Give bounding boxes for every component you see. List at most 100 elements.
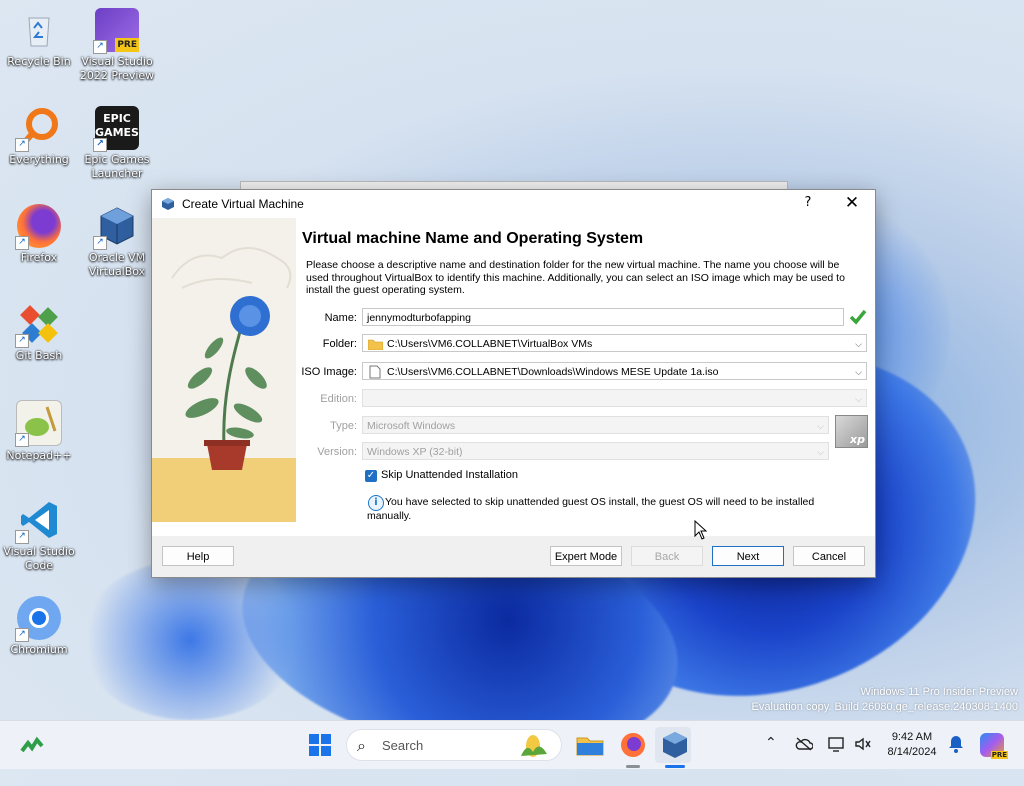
desktop-icon-firefox[interactable]: ↗ Firefox (1, 204, 77, 265)
version-label: Version: (317, 446, 357, 458)
network-icon[interactable] (828, 736, 846, 752)
chevron-down-icon: ⌵ (855, 367, 862, 377)
info-message: You have selected to skip unattended gue… (367, 496, 815, 522)
copilot-icon[interactable]: PRE (980, 733, 1008, 759)
watermark-line1: Windows 11 Pro Insider Preview (860, 686, 1018, 698)
shortcut-arrow-icon: ↗ (15, 138, 29, 152)
folder-label: Folder: (322, 338, 357, 350)
recycle-bin-icon (17, 8, 61, 52)
desktop-icon-virtualbox[interactable]: ↗ Oracle VM VirtualBox (79, 204, 155, 279)
chevron-down-icon: ⌵ (855, 339, 862, 349)
version-select[interactable]: Windows XP (32-bit) ⌵ (362, 442, 829, 460)
create-vm-dialog: Create Virtual Machine ? ✕ Virtual machi… (151, 189, 876, 578)
copilot-badge: PRE (990, 751, 1008, 759)
virtualbox-icon: ↗ (93, 204, 139, 250)
search-placeholder: Search (382, 738, 424, 753)
taskbar-search[interactable]: ⌕ Search (346, 729, 562, 761)
chevron-up-icon[interactable]: ⌃ (765, 735, 777, 751)
desktop-icon-label: Visual Studio 2022 Preview (79, 55, 155, 82)
desktop-icon-label: Everything (9, 153, 69, 166)
firefox-taskbar-icon[interactable] (617, 729, 649, 761)
desktop-icon-everything[interactable]: ↗ Everything (1, 106, 77, 167)
help-icon[interactable]: ? (798, 195, 818, 210)
shortcut-arrow-icon: ↗ (93, 40, 107, 54)
epic-logo-text: EPIC GAMES (95, 112, 139, 139)
desktop-icon-chromium[interactable]: ↗ Chromium (1, 596, 77, 657)
taskbar: ⌕ Search ⌃ 9:42 AM 8/14/2024 PRE (0, 720, 1024, 769)
search-icon: ⌕ (357, 736, 366, 755)
desktop-icon-vscode[interactable]: ↗ Visual Studio Code (1, 498, 77, 573)
vscode-icon: ↗ (15, 498, 61, 544)
notification-bell-icon[interactable] (948, 735, 964, 753)
desktop-icon-label: Git Bash (15, 349, 63, 362)
git-bash-icon: ↗ (15, 302, 61, 348)
virtualbox-taskbar-icon[interactable] (659, 729, 691, 761)
onedrive-icon[interactable] (795, 736, 813, 752)
edition-select[interactable]: ⌵ (362, 389, 867, 407)
desktop-icon-label: Chromium (10, 643, 68, 656)
chevron-down-icon: ⌵ (817, 447, 824, 457)
preview-badge: PRE (115, 38, 139, 52)
desktop-icon-label: Firefox (20, 251, 58, 264)
clock-time: 9:42 AM (891, 731, 933, 743)
skip-unattended-label: Skip Unattended Installation (381, 469, 518, 481)
iso-select[interactable]: C:\Users\VM6.COLLABNET\Downloads\Windows… (362, 362, 867, 380)
dialog-body: Virtual machine Name and Operating Syste… (152, 218, 875, 536)
chevron-down-icon: ⌵ (817, 421, 824, 431)
desktop-icon-recycle-bin[interactable]: Recycle Bin (1, 8, 77, 69)
next-button[interactable]: Next (712, 546, 784, 566)
desktop-icon-notepadpp[interactable]: ↗ Notepad++ (1, 400, 77, 463)
epic-games-icon: EPIC GAMES ↗ (93, 106, 139, 152)
desktop-icon-git-bash[interactable]: ↗ Git Bash (1, 302, 77, 363)
shortcut-arrow-icon: ↗ (15, 628, 29, 642)
watermark-line2: Evaluation copy. Build 26080.ge_release.… (751, 701, 1018, 713)
folder-value: C:\Users\VM6.COLLABNET\VirtualBox VMs (387, 338, 593, 350)
widgets-icon[interactable] (16, 729, 48, 761)
desktop-icon-label: Recycle Bin (7, 55, 71, 68)
file-icon (369, 365, 381, 379)
desktop-icon-visual-studio[interactable]: PRE ↗ Visual Studio 2022 Preview (79, 8, 155, 83)
start-icon[interactable] (304, 729, 336, 761)
folder-select[interactable]: C:\Users\VM6.COLLABNET\VirtualBox VMs ⌵ (362, 334, 867, 352)
dialog-title: Create Virtual Machine (182, 197, 304, 211)
shortcut-arrow-icon: ↗ (15, 334, 29, 348)
volume-icon[interactable] (854, 736, 872, 752)
wallpaper-bloom (80, 560, 300, 720)
mouse-cursor-icon (694, 520, 708, 540)
help-button[interactable]: Help (162, 546, 234, 566)
close-button[interactable]: ✕ (840, 193, 864, 213)
wizard-illustration (152, 218, 296, 522)
type-value: Microsoft Windows (367, 420, 456, 432)
skip-unattended-checkbox[interactable]: ✓ (365, 470, 377, 482)
version-value: Windows XP (32-bit) (367, 446, 463, 458)
name-value: jennymodturbofapping (367, 312, 471, 324)
desktop-icon-label: Epic Games Launcher (84, 153, 150, 180)
name-input[interactable]: jennymodturbofapping (362, 308, 844, 326)
shortcut-arrow-icon: ↗ (15, 236, 29, 250)
valid-checkmark-icon (849, 309, 867, 325)
chromium-icon: ↗ (15, 596, 61, 642)
visual-studio-icon: PRE ↗ (93, 8, 139, 54)
desktop-icon-label: Oracle VM VirtualBox (88, 251, 146, 278)
iso-value: C:\Users\VM6.COLLABNET\Downloads\Windows… (387, 366, 719, 378)
back-button[interactable]: Back (631, 546, 703, 566)
clock-date: 8/14/2024 (887, 746, 937, 758)
file-explorer-icon[interactable] (574, 729, 606, 761)
desktop-icon-label: Notepad++ (6, 449, 72, 462)
desktop-icon-label: Visual Studio Code (3, 545, 75, 572)
taskbar-clock[interactable]: 9:42 AM 8/14/2024 (884, 730, 940, 760)
cancel-button[interactable]: Cancel (793, 546, 865, 566)
desktop-icon-epic-games[interactable]: EPIC GAMES ↗ Epic Games Launcher (79, 106, 155, 181)
shortcut-arrow-icon: ↗ (15, 530, 29, 544)
shortcut-arrow-icon: ↗ (15, 433, 29, 447)
page-description: Please choose a descriptive name and des… (306, 259, 845, 296)
magnifier-icon: ↗ (15, 106, 61, 152)
type-select[interactable]: Microsoft Windows ⌵ (362, 416, 829, 434)
dialog-titlebar[interactable]: Create Virtual Machine ? ✕ (152, 190, 875, 218)
expert-mode-button[interactable]: Expert Mode (550, 546, 622, 566)
virtualbox-icon (162, 198, 174, 210)
iso-label: ISO Image: (301, 366, 357, 378)
notepadpp-icon: ↗ (15, 400, 62, 447)
search-highlight-icon (521, 735, 547, 757)
type-label: Type: (330, 420, 357, 432)
